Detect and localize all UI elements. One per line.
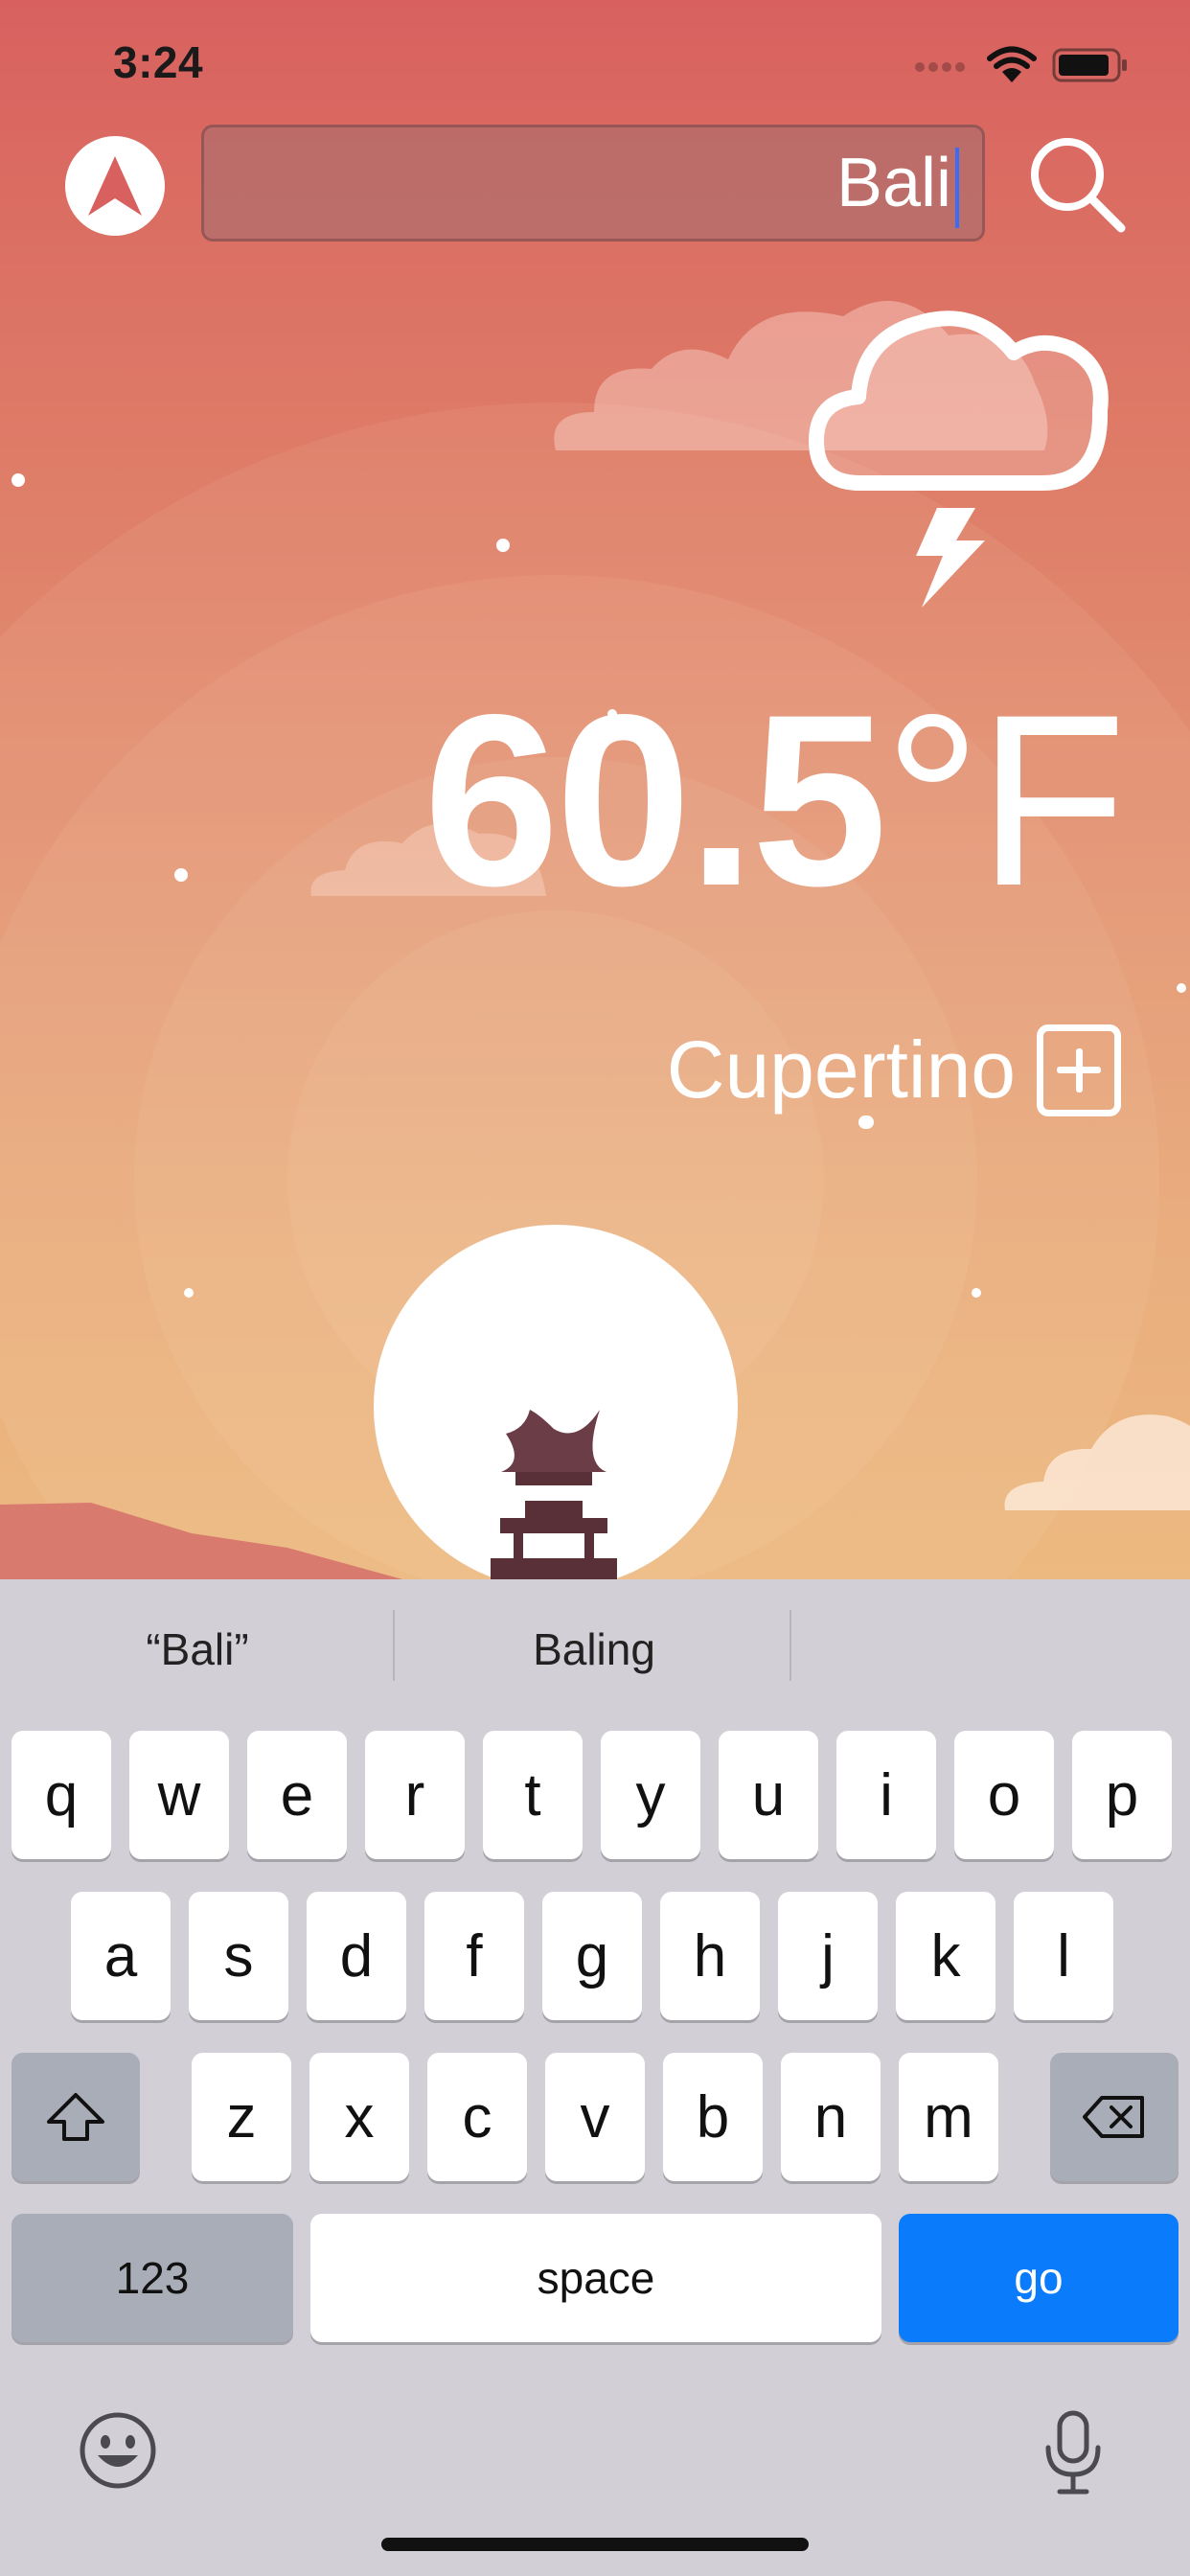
key-n[interactable]: n xyxy=(781,2053,881,2181)
key-w[interactable]: w xyxy=(129,1731,229,1859)
suggestion-1[interactable]: “Bali” xyxy=(15,1623,379,1675)
search-input[interactable]: Bali xyxy=(201,125,985,242)
numbers-key[interactable]: 123 xyxy=(11,2214,293,2342)
shift-key[interactable] xyxy=(11,2053,140,2181)
battery-icon xyxy=(1052,48,1127,82)
key-b[interactable]: b xyxy=(663,2053,763,2181)
signal-icon xyxy=(915,59,969,77)
key-a[interactable]: a xyxy=(71,1892,171,2020)
key-x[interactable]: x xyxy=(309,2053,409,2181)
key-y[interactable]: y xyxy=(601,1731,700,1859)
key-c[interactable]: c xyxy=(427,2053,527,2181)
key-v[interactable]: v xyxy=(545,2053,645,2181)
go-key[interactable]: go xyxy=(899,2214,1179,2342)
key-j[interactable]: j xyxy=(778,1892,878,2020)
emoji-icon[interactable] xyxy=(79,2411,157,2490)
star xyxy=(184,1288,194,1298)
cloud-lightning-icon xyxy=(809,310,1109,608)
key-u[interactable]: u xyxy=(719,1731,818,1859)
key-m[interactable]: m xyxy=(899,2053,998,2181)
pagoda-silhouette xyxy=(491,1410,617,1579)
home-indicator xyxy=(381,2538,809,2551)
keyboard: “Bali” Baling 123 space go qwertyuiop asd… xyxy=(0,1579,1190,2576)
key-i[interactable]: i xyxy=(836,1731,936,1859)
shift-icon xyxy=(47,2093,104,2141)
delete-icon xyxy=(1083,2096,1144,2138)
key-p[interactable]: p xyxy=(1072,1731,1172,1859)
suggestion-divider xyxy=(790,1610,791,1681)
add-city-button[interactable] xyxy=(1037,1024,1121,1116)
star xyxy=(860,1116,874,1129)
key-t[interactable]: t xyxy=(483,1731,583,1859)
star xyxy=(972,1288,981,1298)
key-e[interactable]: e xyxy=(247,1731,347,1859)
suggestion-divider xyxy=(393,1610,395,1681)
star xyxy=(11,473,25,487)
delete-key[interactable] xyxy=(1050,2053,1179,2181)
microphone-icon[interactable] xyxy=(1042,2409,1104,2496)
search-input-value: Bali xyxy=(835,145,951,221)
city-row: Cupertino xyxy=(667,1024,1121,1116)
location-arrow-icon xyxy=(88,156,142,216)
star xyxy=(496,539,510,552)
key-k[interactable]: k xyxy=(896,1892,995,2020)
suggestion-2[interactable]: Baling xyxy=(412,1623,776,1675)
key-f[interactable]: f xyxy=(424,1892,524,2020)
key-l[interactable]: l xyxy=(1014,1892,1113,2020)
wifi-icon xyxy=(987,46,1037,82)
star xyxy=(174,868,188,882)
text-caret xyxy=(955,147,959,228)
search-icon[interactable] xyxy=(1027,134,1127,234)
key-r[interactable]: r xyxy=(365,1731,465,1859)
key-d[interactable]: d xyxy=(307,1892,406,2020)
temperature-readout: 60.5°F xyxy=(423,678,1127,923)
city-name: Cupertino xyxy=(666,1024,1016,1115)
star xyxy=(1177,983,1186,993)
key-g[interactable]: g xyxy=(542,1892,642,2020)
key-q[interactable]: q xyxy=(11,1731,111,1859)
space-key[interactable]: space xyxy=(310,2214,881,2342)
key-s[interactable]: s xyxy=(189,1892,288,2020)
key-o[interactable]: o xyxy=(954,1731,1054,1859)
temperature-unit: °F xyxy=(883,664,1127,937)
temperature-value: 60.5 xyxy=(423,664,887,937)
key-z[interactable]: z xyxy=(192,2053,291,2181)
status-time: 3:24 xyxy=(113,37,204,87)
location-button[interactable] xyxy=(65,136,165,236)
key-h[interactable]: h xyxy=(660,1892,760,2020)
